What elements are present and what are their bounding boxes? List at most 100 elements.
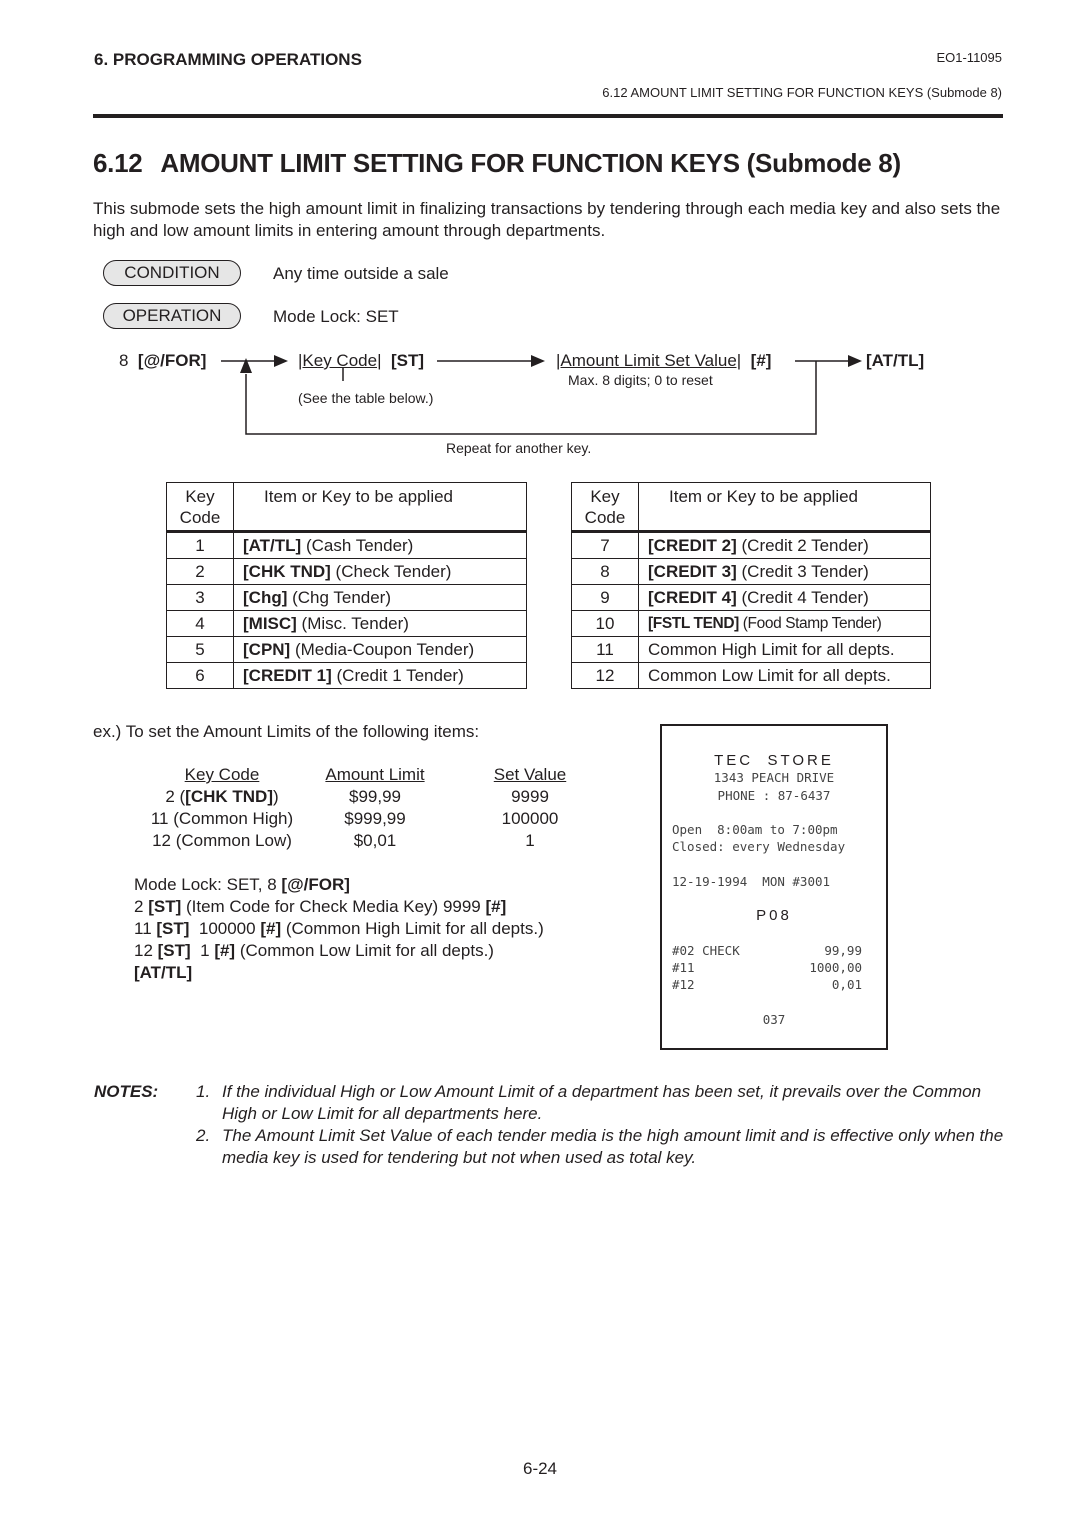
key-code-table-right: Key Code Item or Key to be applied 7 [CRE… (571, 482, 931, 689)
flow-arrows (221, 355, 862, 435)
key-label: [AT/TL] (243, 535, 302, 555)
key-label: [CREDIT 4] (648, 587, 737, 607)
header-item: Item or Key to be applied (638, 482, 931, 533)
key-label: [Chg] (243, 587, 288, 607)
receipt-consecutive-number: 037 (762, 1012, 786, 1027)
receipt-mode: P08 (756, 907, 792, 924)
item-cell: [Chg] (Chg Tender) (233, 584, 527, 611)
table-row: 6 [CREDIT 1] (Credit 1 Tender) (166, 662, 527, 689)
step-text: 11 (134, 919, 157, 938)
example-row-value: 9999 (511, 787, 549, 806)
table-row: 1 [AT/TL] (Cash Tender) (166, 531, 527, 559)
item-cell: [CPN] (Media-Coupon Tender) (233, 636, 527, 663)
step-key: [AT/TL] (134, 963, 193, 982)
receipt-closed: Closed: every Wednesday (672, 839, 846, 854)
table-row: 9 [CREDIT 4] (Credit 4 Tender) (571, 584, 931, 611)
key-label: [MISC] (243, 613, 297, 633)
key-code-cell: 10 (571, 610, 639, 637)
key-desc: (Misc. Tender) (296, 613, 409, 633)
item-cell: Common High Limit for all depts. (638, 636, 931, 663)
example-row-value: 1 (525, 831, 535, 850)
key-code-cell: 9 (571, 584, 639, 611)
table-row: 11 Common High Limit for all depts. (571, 636, 931, 663)
key-label: [CREDIT 2] (648, 535, 737, 555)
flow-st-key: [ST] (390, 351, 424, 370)
key-label: [CHK TND] (243, 561, 331, 581)
step-key: [ST] (148, 897, 182, 916)
item-cell: [CREDIT 3] (Credit 3 Tender) (638, 558, 931, 585)
key-label: [CPN] (243, 639, 291, 659)
table-header-row: Key Code Item or Key to be applied (166, 482, 527, 533)
key-desc: (Check Tender) (330, 561, 452, 581)
key-desc: (Food Stamp Tender) (738, 614, 882, 632)
example-row-limit: $999,99 (344, 809, 406, 828)
table-row: 5 [CPN] (Media-Coupon Tender) (166, 636, 527, 663)
page-number: 6-24 (522, 1459, 558, 1478)
note-number: 2. (196, 1126, 211, 1145)
see-table-note: (See the table below.) (298, 390, 434, 406)
key-desc: (Media-Coupon Tender) (290, 639, 475, 659)
notes-label: NOTES: (94, 1082, 159, 1101)
key-desc: (Credit 3 Tender) (736, 561, 869, 581)
table-row: 3 [Chg] (Chg Tender) (166, 584, 527, 611)
amount-note: Max. 8 digits; 0 to reset (568, 372, 713, 388)
table-row: 12 Common Low Limit for all depts. (571, 662, 931, 689)
key-desc: Common Low Limit for all depts. (648, 665, 891, 685)
table-header-row: Key Code Item or Key to be applied (571, 482, 931, 533)
step-key: [ST] (157, 941, 191, 960)
key-label: [CREDIT 1] (243, 665, 332, 685)
example-row-code: 12 (Common Low) (152, 831, 292, 850)
step-text: (Common High Limit for all depts.) (281, 919, 544, 938)
arrow-head-1 (274, 355, 288, 367)
step-text: (Item Code for Check Media Key) 9999 (181, 897, 486, 916)
example-row-value: 100000 (501, 809, 559, 828)
receipt-line-value: 99,99 (824, 943, 862, 958)
step-key: [@/FOR] (281, 875, 350, 894)
key-code-cell: 2 (166, 558, 234, 585)
receipt-date-line: 12-19-1994 MON #3001 (672, 874, 831, 889)
step-5: [AT/TL] (134, 962, 544, 984)
flow-amount: |Amount Limit Set Value| [#] (556, 351, 771, 371)
example-row-code: 11 (Common High) (150, 809, 294, 828)
header-key-code: Key Code (166, 482, 234, 533)
key-desc: (Cash Tender) (301, 535, 414, 555)
table-row: 8 [CREDIT 3] (Credit 3 Tender) (571, 558, 931, 585)
repeat-note: Repeat for another key. (446, 440, 592, 456)
key-label: [FSTL TEND] (648, 614, 739, 632)
receipt-line-value: 1000,00 (809, 960, 862, 975)
item-cell: [CREDIT 4] (Credit 4 Tender) (638, 584, 931, 611)
step-text: Mode Lock: SET, 8 (134, 875, 282, 894)
note-number: 1. (196, 1082, 211, 1101)
table-row: 2 [CHK TND] (Check Tender) (166, 558, 527, 585)
example-steps: Mode Lock: SET, 8 [@/FOR] 2 [ST] (Item C… (134, 874, 544, 984)
header-key-code: Key Code (571, 482, 639, 533)
receipt-store-name: TEC STORE (714, 752, 834, 769)
example-header-amount-limit: Amount Limit (325, 765, 425, 784)
item-cell: [CREDIT 1] (Credit 1 Tender) (233, 662, 527, 689)
example-row-code: 2 ([CHK TND]) (142, 787, 302, 807)
flow-key-code: |Key Code| [ST] (298, 351, 424, 371)
example-header-key-code: Key Code (184, 765, 260, 784)
code-text: ) (273, 787, 279, 806)
flow-attl-key: [AT/TL] (866, 351, 925, 370)
item-cell: [CHK TND] (Check Tender) (233, 558, 527, 585)
key-desc: (Credit 4 Tender) (736, 587, 869, 607)
key-desc: (Chg Tender) (287, 587, 392, 607)
item-cell: [AT/TL] (Cash Tender) (233, 531, 527, 559)
key-code-table-left: Key Code Item or Key to be applied 1 [AT/… (166, 482, 527, 689)
key-code-cell: 11 (571, 636, 639, 663)
key-desc: Common High Limit for all depts. (648, 639, 895, 659)
step-1: Mode Lock: SET, 8 [@/FOR] (134, 874, 544, 896)
key-code-cell: 7 (571, 531, 639, 559)
step-key: [#] (214, 941, 236, 960)
receipt-address: 1343 PEACH DRIVE (713, 770, 835, 785)
step-key: [#] (485, 897, 507, 916)
item-cell: [CREDIT 2] (Credit 2 Tender) (638, 531, 931, 559)
key-code-cell: 4 (166, 610, 234, 637)
step-text: (Common Low Limit for all depts.) (235, 941, 494, 960)
flow-hash-key: [#] (750, 351, 772, 370)
key-code-cell: 6 (166, 662, 234, 689)
note-text: The Amount Limit Set Value of each tende… (222, 1126, 1004, 1167)
amount-entry: |Amount Limit Set Value| (556, 351, 742, 370)
table-row: 10 [FSTL TEND] (Food Stamp Tender) (571, 610, 931, 637)
